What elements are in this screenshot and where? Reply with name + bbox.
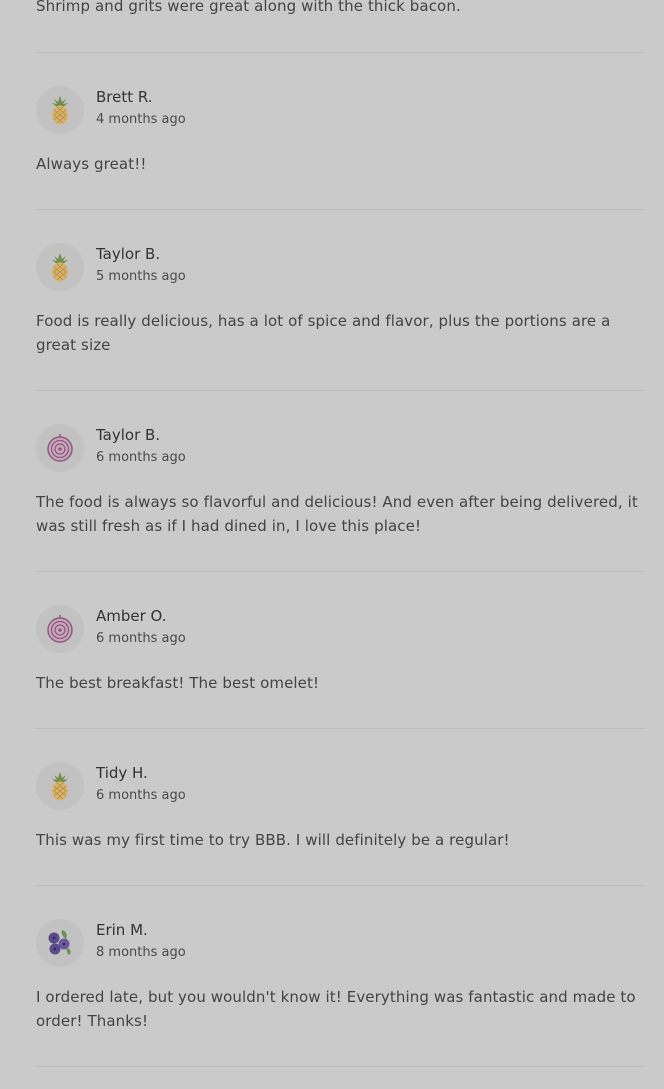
review-item: Amber O. 6 months ago The best breakfast…	[36, 605, 644, 715]
reviewer-name: Taylor B.	[96, 245, 161, 263]
reviewer-name: Erin M.	[96, 921, 148, 939]
review-time: 6 months ago	[96, 631, 186, 646]
review-item: Brett R. 4 months ago Always great!!	[36, 86, 644, 196]
review-text: This was my first time to try BBB. I wil…	[36, 831, 510, 849]
divider	[36, 390, 644, 391]
review-item: Taylor B. 5 months ago Food is really de…	[36, 243, 644, 373]
review-time: 6 months ago	[96, 788, 186, 803]
divider	[36, 885, 644, 886]
divider	[36, 571, 644, 572]
review-time: 5 months ago	[96, 269, 186, 284]
divider	[36, 728, 644, 729]
reviewer-name: Tidy H.	[96, 764, 148, 782]
divider	[36, 209, 644, 210]
pineapple-icon	[36, 762, 84, 810]
review-item: Erin M. 8 months ago I ordered late, but…	[36, 919, 644, 1049]
review-time: 8 months ago	[96, 945, 186, 960]
onion-icon	[36, 424, 84, 472]
review-item: Taylor B. 6 months ago The food is alway…	[36, 424, 644, 554]
reviewer-name: Brett R.	[96, 88, 153, 106]
review-time: 6 months ago	[96, 450, 186, 465]
review-text: Always great!!	[36, 155, 147, 173]
review-text: The food is always so flavorful and deli…	[36, 493, 638, 535]
review-text: Food is really delicious, has a lot of s…	[36, 312, 611, 354]
reviews-list: Shrimp and grits were great along with t…	[0, 0, 664, 1089]
previous-review-text: Shrimp and grits were great along with t…	[36, 0, 461, 15]
review-text: I ordered late, but you wouldn't know it…	[36, 988, 636, 1030]
pineapple-icon	[36, 243, 84, 291]
divider	[36, 1066, 644, 1067]
reviewer-name: Taylor B.	[96, 426, 161, 444]
reviewer-name: Amber O.	[96, 607, 167, 625]
review-item: Tidy H. 6 months ago This was my first t…	[36, 762, 644, 872]
review-text: The best breakfast! The best omelet!	[36, 674, 320, 692]
pineapple-icon	[36, 86, 84, 134]
review-time: 4 months ago	[96, 112, 186, 127]
divider	[36, 52, 644, 53]
onion-icon	[36, 605, 84, 653]
blueberry-icon	[36, 919, 84, 967]
